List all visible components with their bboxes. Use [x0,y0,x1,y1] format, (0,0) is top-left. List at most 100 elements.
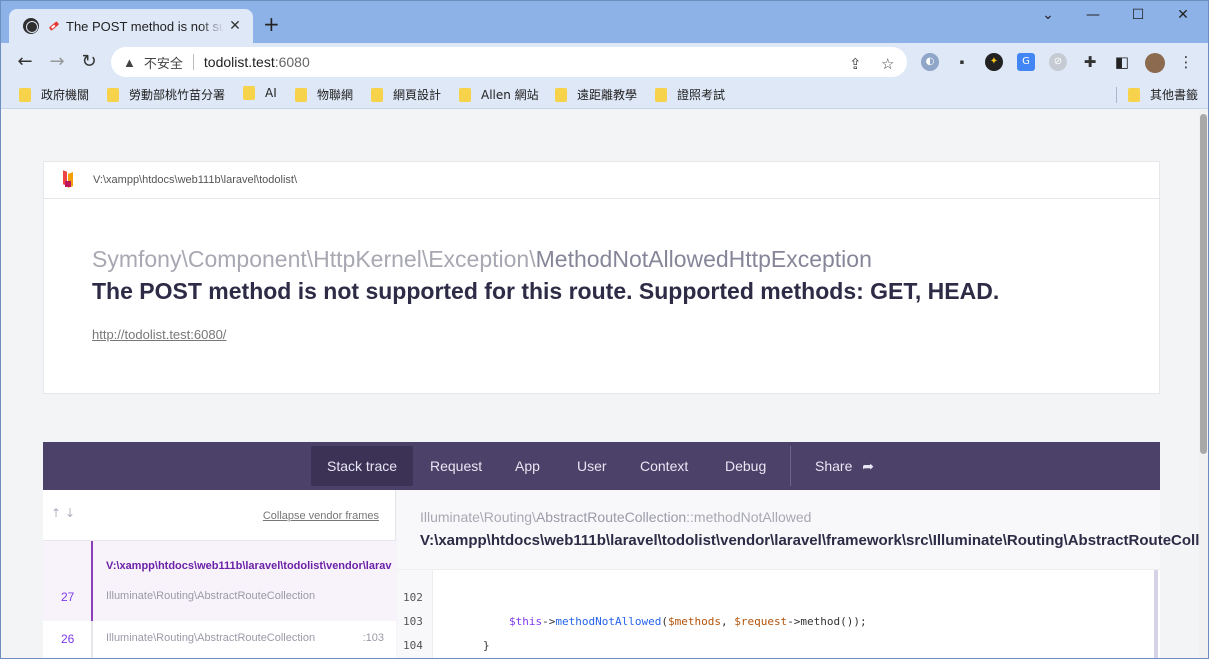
scrollbar-thumb[interactable] [1200,114,1207,454]
frame-navigation-arrows-icon[interactable]: ↑↓ [51,506,79,520]
folder-icon [555,87,567,102]
extension-icon-1[interactable]: ◐ [921,53,939,71]
frame-detail-class: Illuminate\Routing\AbstractRouteCollecti… [420,509,811,525]
bookmark-label: 網頁設計 [393,88,442,102]
frame-number: 26 [61,632,75,646]
stack-frame-selected[interactable]: V:\xampp\htdocs\web111b\laravel\todolist… [43,541,396,621]
share-label: Share [815,458,853,474]
exception-class: Symfony\Component\HttpKernel\Exception\M… [92,246,872,273]
menu-icon[interactable]: ⋮ [1177,53,1195,71]
bookmark-folder[interactable]: 政府機關 [19,86,89,103]
folder-icon [243,86,255,100]
bookmark-label: 其他書籤 [1150,88,1199,102]
folder-icon [107,87,119,102]
line-number: 103 [403,615,423,628]
side-panel-icon[interactable]: ◧ [1113,53,1131,71]
frame-file-path: V:\xampp\htdocs\web111b\laravel\todolist… [106,560,392,572]
other-bookmarks-folder[interactable]: 其他書籤 [1128,86,1198,103]
frame-line: :103 [362,632,384,644]
tab-context[interactable]: Context [624,446,704,486]
maximize-button[interactable]: ☐ [1115,7,1161,23]
tab-user[interactable]: User [561,446,623,486]
folder-icon [295,87,307,102]
folder-icon [655,87,667,102]
project-path: V:\xampp\htdocs\web111b\laravel\todolist… [93,174,298,186]
browser-tab[interactable]: The POST method is not supported for thi… [9,9,253,43]
class-namespace: Illuminate\Routing\ [420,509,536,525]
stack-frame[interactable]: 26 Illuminate\Routing\AbstractRouteColle… [43,621,396,658]
page-scrollbar[interactable] [1199,110,1208,658]
tab-strip: The POST method is not supported for thi… [1,1,1208,43]
close-window-button[interactable]: ✕ [1160,7,1206,23]
debug-nav-bar: Stack trace Request App User Context Deb… [43,442,1160,490]
share-button[interactable]: Share ➦ [799,446,890,486]
frame-detail-file[interactable]: V:\xampp\htdocs\web111b\laravel\todolist… [420,532,1199,549]
bookmark-folder[interactable]: 遠距離教學 [555,86,637,103]
minimize-button[interactable]: ⌄ [1025,7,1071,23]
forward-icon[interactable]: → [45,50,69,74]
collapse-vendor-frames-link[interactable]: Collapse vendor frames [263,510,379,522]
url-port: :6080 [274,54,310,70]
class-name: AbstractRouteCollection [535,509,687,525]
warning-icon[interactable]: ▲ [123,55,136,70]
code-token: methodNotAllowed [555,615,662,628]
insecure-label[interactable]: 不安全 [144,53,183,72]
tab-stack-trace[interactable]: Stack trace [311,446,414,486]
code-token: ->method()); [787,615,867,628]
extensions-puzzle-icon[interactable]: ✚ [1081,53,1099,71]
share-arrow-icon: ➦ [862,458,874,474]
bookmark-label: 遠距離教學 [577,88,638,102]
bookmark-label: 證照考試 [677,88,726,102]
tab-request[interactable]: Request [414,446,498,486]
method-name: ::methodNotAllowed [686,509,812,525]
bookmark-folder[interactable]: 勞動部桃竹苗分署 [107,86,225,103]
nav-divider [790,446,791,486]
request-url-link[interactable]: http://todolist.test:6080/ [92,327,226,342]
bookmark-folder[interactable]: 物聯網 [295,86,353,103]
restore-button[interactable]: — [1070,7,1116,23]
exception-namespace: Symfony\Component\HttpKernel\Exception\ [92,246,536,272]
page-content: V:\xampp\htdocs\web111b\laravel\todolist… [1,110,1199,658]
bookmark-label: 政府機關 [41,88,90,102]
folder-icon [459,87,471,102]
code-snippet: 102 103 104 $this->methodNotAllowed($met… [397,569,1160,658]
bookmark-folder[interactable]: 證照考試 [655,86,725,103]
bookmark-folder[interactable]: 網頁設計 [371,86,441,103]
bookmark-folder[interactable]: AI [243,86,277,100]
laravel-favicon-icon [49,21,59,31]
tab-title: The POST method is not supported for thi… [66,18,224,34]
code-token: , [720,615,735,628]
code-token: $this [509,615,543,628]
line-number-gutter: 102 103 104 [397,570,433,658]
stack-frames-panel: ↑↓ Collapse vendor frames V:\xampp\htdoc… [43,490,396,658]
tab-debug[interactable]: Debug [709,446,782,486]
folder-icon [1128,87,1140,102]
translate-icon[interactable]: G [1017,53,1035,71]
frame-class: Illuminate\Routing\AbstractRouteCollecti… [106,632,316,644]
compass-icon[interactable]: ⊘ [1049,53,1067,71]
extension-icon-3[interactable]: ✦ [985,53,1003,71]
bookmark-label: Allen 網站 [481,88,539,102]
code-line-highlighted: $this->methodNotAllowed($methods, $reque… [509,615,867,628]
bookmark-folder[interactable]: Allen 網站 [459,86,539,103]
exception-name: MethodNotAllowedHttpException [535,246,872,272]
bookmark-label: 物聯網 [317,88,354,102]
code-line: } [483,639,490,652]
frame-class: Illuminate\Routing\AbstractRouteCollecti… [106,590,316,602]
address-bar[interactable]: ▲ 不安全 todolist.test :6080 ⇪ ☆ [111,47,907,77]
extension-icon-2[interactable]: ▪ [953,53,971,71]
frame-number: 27 [61,590,75,604]
back-icon[interactable]: ← [13,50,37,74]
code-token: -> [542,615,556,628]
bookmark-label: 勞動部桃竹苗分署 [129,88,226,102]
reload-icon[interactable]: ↻ [77,50,101,74]
bookmark-star-icon[interactable]: ☆ [881,55,894,73]
line-number: 104 [403,639,423,652]
profile-avatar[interactable] [1145,53,1165,73]
tab-close-icon[interactable]: ✕ [227,18,243,34]
new-tab-button[interactable]: + [263,14,280,34]
url-host: todolist.test [203,54,275,70]
share-page-icon[interactable]: ⇪ [849,55,862,73]
ignition-logo-icon [63,170,75,189]
tab-app[interactable]: App [499,446,556,486]
